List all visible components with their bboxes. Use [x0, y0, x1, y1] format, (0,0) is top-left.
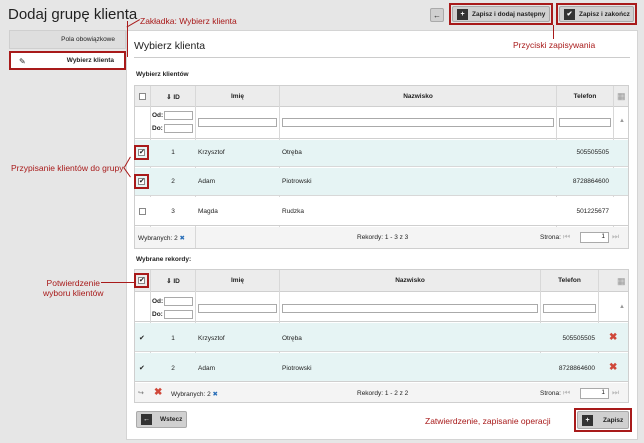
cell-first-name: Krzysztof: [198, 335, 225, 342]
arrow-left-icon: ←: [141, 414, 152, 425]
select-all-checkbox[interactable]: [139, 93, 146, 100]
back-icon-button[interactable]: ←: [430, 8, 444, 22]
cell-first-name: Krzysztof: [198, 149, 225, 156]
cell-id: 1: [171, 149, 175, 156]
filter-to-label: Do:: [152, 311, 163, 318]
last-page-icon[interactable]: ⏭: [612, 232, 619, 242]
column-header-last-name[interactable]: Nazwisko: [280, 277, 540, 284]
filter-phone-input[interactable]: [543, 304, 596, 313]
save-and-add-next-button[interactable]: + Zapisz i dodaj następny: [452, 6, 550, 22]
column-header-last-name[interactable]: Nazwisko: [280, 93, 556, 100]
sidebar-item-label: Pola obowiązkowe: [61, 36, 115, 43]
cell-first-name: Magda: [198, 208, 218, 215]
cell-phone: 505505505: [562, 335, 595, 342]
cell-id: 2: [171, 365, 175, 372]
filter-id-from-input[interactable]: [164, 297, 193, 306]
cell-last-name: Piotrowski: [282, 178, 312, 185]
page-title: Dodaj grupę klienta: [8, 6, 138, 23]
cell-phone: 505505505: [576, 149, 609, 156]
cell-last-name: Piotrowski: [282, 365, 312, 372]
filter-last-name-input[interactable]: [282, 304, 538, 313]
filter-to-label: Do:: [152, 125, 163, 132]
filter-id-to-input[interactable]: [164, 310, 193, 319]
cell-id: 1: [171, 335, 175, 342]
cell-last-name: Rudzka: [282, 208, 305, 215]
page-label: Strona:: [540, 234, 561, 241]
cell-last-name: Otręba: [282, 149, 302, 156]
first-page-icon[interactable]: ⏮: [563, 388, 570, 398]
cell-id: 2: [171, 178, 175, 185]
row-check-icon: ✔: [139, 365, 145, 372]
last-page-icon[interactable]: ⏭: [612, 388, 619, 398]
delete-icon[interactable]: ✖: [609, 332, 617, 343]
page-input[interactable]: 1: [580, 232, 609, 243]
selected-count: Wybranych: 2 ✖: [138, 235, 185, 242]
cell-last-name: Otręba: [282, 335, 302, 342]
column-header-first-name[interactable]: Imię: [196, 277, 279, 284]
filter-last-name-input[interactable]: [282, 118, 554, 127]
highlight-box: [134, 174, 149, 189]
delete-icon[interactable]: ✖: [609, 362, 617, 373]
filter-toggle-icon[interactable]: ▲: [619, 118, 625, 124]
sidebar-item-select-client[interactable]: ✎ Wybierz klienta: [9, 51, 126, 70]
cell-phone: 8728864600: [572, 178, 609, 185]
save-button[interactable]: + Zapisz: [577, 411, 629, 429]
plus-icon: +: [582, 414, 593, 426]
filter-toggle-icon[interactable]: ▲: [619, 304, 625, 310]
annotation-save-buttons: Przyciski zapisywania: [513, 40, 596, 50]
save-and-close-button[interactable]: ✔ Zapisz i zakończ: [559, 6, 634, 22]
filter-phone-input[interactable]: [559, 118, 611, 127]
cell-first-name: Adam: [198, 365, 215, 372]
column-header-first-name[interactable]: Imię: [196, 93, 279, 100]
back-button[interactable]: ← Wstecz: [136, 411, 187, 428]
section-label-selected: Wybrane rekordy:: [136, 256, 192, 263]
highlight-box: [134, 273, 149, 288]
records-count: Rekordy: 1 - 2 z 2: [357, 390, 409, 397]
row-check-icon: ✔: [139, 335, 145, 342]
highlight-box: [134, 145, 149, 160]
arrow-return-icon: ↪: [138, 390, 144, 397]
selected-count: Wybranych: 2 ✖: [171, 391, 218, 398]
edit-icon: ✎: [19, 57, 26, 66]
filter-from-label: Od:: [152, 112, 164, 119]
arrow-left-icon: ←: [433, 10, 441, 20]
sidebar-item-required-fields[interactable]: Pola obowiązkowe: [9, 30, 126, 49]
check-icon: ✔: [564, 8, 575, 20]
filter-id-to-input[interactable]: [164, 124, 193, 133]
cell-phone: 8728864600: [558, 365, 595, 372]
first-page-icon[interactable]: ⏮: [563, 232, 570, 242]
column-header-id[interactable]: ⇓ ID: [151, 93, 195, 101]
column-header-phone[interactable]: Telefon: [541, 277, 598, 284]
filter-from-label: Od:: [152, 298, 164, 305]
section-label-clients: Wybierz klientów: [136, 71, 189, 78]
divider: [134, 57, 630, 58]
cell-first-name: Adam: [198, 178, 215, 185]
annotation-tab: Zakładka: Wybierz klienta: [140, 16, 237, 26]
column-header-phone[interactable]: Telefon: [557, 93, 613, 100]
filter-id-from-input[interactable]: [164, 111, 193, 120]
column-settings-icon[interactable]: ▦: [617, 91, 626, 102]
sidebar-item-label: Wybierz klienta: [66, 57, 114, 64]
annotation-confirm: Potwierdzenie wyboru klientów: [43, 278, 104, 298]
plus-icon: +: [457, 8, 468, 20]
delete-all-icon[interactable]: ✖: [154, 387, 162, 398]
page-label: Strona:: [540, 390, 561, 397]
records-count: Rekordy: 1 - 3 z 3: [357, 234, 409, 241]
row-checkbox[interactable]: [139, 208, 146, 215]
filter-first-name-input[interactable]: [198, 118, 277, 127]
column-settings-icon[interactable]: ▦: [617, 276, 626, 287]
column-header-id[interactable]: ⇓ ID: [151, 277, 195, 285]
filter-first-name-input[interactable]: [198, 304, 277, 313]
panel-title: Wybierz klienta: [134, 40, 206, 52]
cell-phone: 501225677: [576, 208, 609, 215]
cell-id: 3: [171, 208, 175, 215]
annotation-assign: Przypisanie klientów do grupy: [11, 163, 124, 173]
annotation-approve: Zatwierdzenie, zapisanie operacji: [425, 416, 551, 426]
page-input[interactable]: 1: [580, 388, 609, 399]
